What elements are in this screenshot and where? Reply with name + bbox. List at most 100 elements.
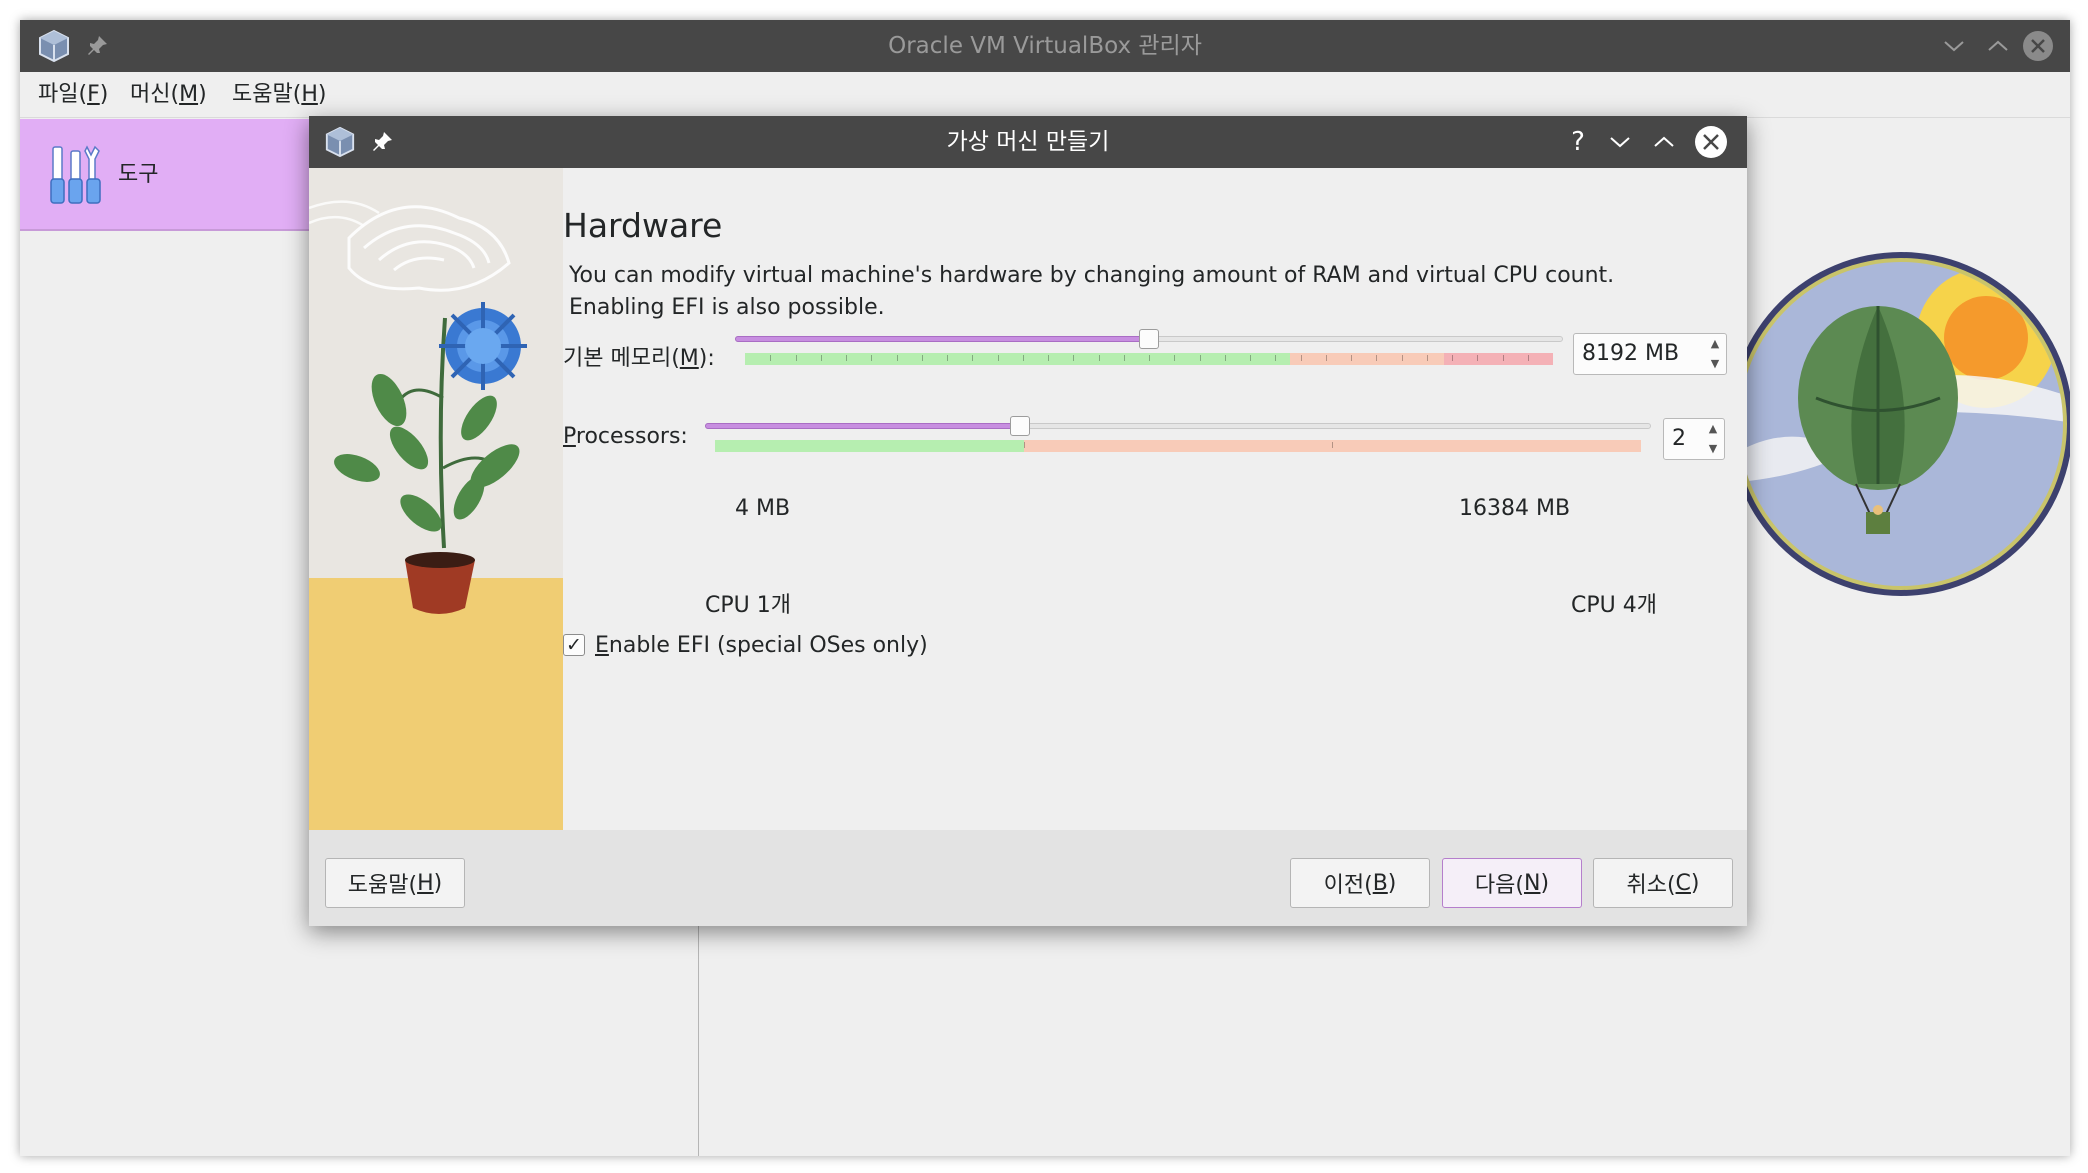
maximize-icon[interactable] [1984,32,2012,60]
next-button-close: ) [1540,870,1550,896]
spin-up-icon[interactable]: ▲ [1711,337,1719,351]
processors-label-text: rocessors: [575,424,688,449]
help-button-mnemonic: H [417,870,434,896]
next-button-mnemonic: N [1524,870,1541,896]
menu-machine-close: ) [198,82,207,107]
scale-tick [1024,442,1025,448]
scale-tick [1250,355,1251,361]
memory-scale-warning [1290,353,1444,365]
memory-spin-arrows[interactable]: ▲ ▼ [1706,337,1724,371]
memory-label: 기본 메모리(M): [563,340,715,372]
help-button-label: 도움말( [347,873,418,898]
efi-checkbox-label[interactable]: Enable EFI (special OSes only) [595,633,928,658]
scale-tick [1427,355,1428,361]
back-button[interactable]: 이전(B) [1290,858,1430,908]
efi-checkbox[interactable]: ✓ [563,634,585,656]
scale-tick [1332,442,1333,448]
processors-spinbox[interactable]: 2 ▲ ▼ [1663,418,1725,460]
cancel-button[interactable]: 취소(C) [1593,858,1733,908]
tools-item[interactable]: 도구 [20,119,320,231]
scale-tick [1200,355,1201,361]
tools-icon [48,145,104,205]
back-button-label: 이전( [1323,873,1373,898]
minimize-icon[interactable] [1940,32,1968,60]
processors-scale [715,440,1641,452]
memory-scale [745,353,1553,365]
main-window-title: Oracle VM VirtualBox 관리자 [888,33,1202,59]
scale-tick [871,355,872,361]
processors-slider-handle[interactable] [1010,416,1030,436]
menu-file[interactable]: 파일(F) [38,72,108,118]
scale-tick [1528,355,1529,361]
welcome-balloon-illustration [1728,248,2070,604]
check-mark-icon: ✓ [566,634,582,656]
scale-tick [1023,355,1024,361]
scale-tick [846,355,847,361]
cancel-button-close: ) [1690,870,1700,896]
menu-machine-label: 머신( [130,82,180,107]
scale-tick [1124,355,1125,361]
pane-divider[interactable] [698,925,699,1156]
processors-spin-arrows[interactable]: ▲ ▼ [1704,422,1722,456]
description-line-1: You can modify virtual machine's hardwar… [569,263,1615,288]
scale-tick [1326,355,1327,361]
menu-machine[interactable]: 머신(M) [130,72,207,118]
menu-help[interactable]: 도움말(H) [232,72,326,118]
processors-slider-fill [705,423,1020,429]
scale-tick [1225,355,1226,361]
memory-slider-fill [735,336,1149,342]
menu-file-label: 파일( [38,82,88,107]
scale-tick [1452,355,1453,361]
processors-label: Processors: [563,424,688,449]
scale-tick [1174,355,1175,361]
efi-label-mnemonic: E [595,632,609,658]
help-button-close: ) [433,870,443,896]
memory-spinbox[interactable]: 8192 MB ▲ ▼ [1573,333,1727,375]
processors-max-label: CPU 4개 [1571,593,1657,618]
menu-help-close: ) [317,82,327,107]
scale-tick [1503,355,1504,361]
memory-scale-danger [1443,353,1553,365]
scale-tick [1275,355,1276,361]
processors-min-label: CPU 1개 [705,593,791,618]
processors-slider[interactable] [705,423,1651,429]
memory-slider-handle[interactable] [1139,329,1159,349]
cancel-button-mnemonic: C [1675,870,1691,896]
scale-tick [1099,355,1100,361]
scale-tick [947,355,948,361]
menu-machine-mnemonic: M [179,82,199,107]
scale-tick [770,355,771,361]
spin-up-icon[interactable]: ▲ [1709,422,1717,436]
scale-tick [972,355,973,361]
spin-down-icon[interactable]: ▼ [1711,357,1719,371]
spin-down-icon[interactable]: ▼ [1709,442,1717,456]
help-icon[interactable]: ? [1563,126,1593,158]
dialog-titlebar: 가상 머신 만들기 ? [309,116,1747,168]
back-button-close: ) [1387,870,1397,896]
hardware-page: Hardware You can modify virtual machine'… [563,168,1747,830]
scale-tick [897,355,898,361]
menubar: 파일(F) 머신(M) 도움말(H) [20,72,2070,118]
scale-tick [1402,355,1403,361]
next-button[interactable]: 다음(N) [1442,858,1582,908]
close-icon[interactable] [1695,126,1727,158]
memory-min-label: 4 MB [735,496,791,521]
scale-tick [1073,355,1074,361]
dialog-title: 가상 머신 만들기 [946,129,1110,155]
scale-tick [922,355,923,361]
scale-tick [1149,355,1150,361]
efi-checkbox-row[interactable]: ✓ Enable EFI (special OSes only) [563,630,928,660]
back-button-mnemonic: B [1372,870,1388,896]
help-button[interactable]: 도움말(H) [325,858,465,908]
scale-tick [1351,355,1352,361]
wizard-plant-illustration [309,168,563,830]
scale-tick [998,355,999,361]
maximize-icon[interactable] [1650,128,1678,156]
processors-scale-safe [715,440,1025,452]
scale-tick [1376,355,1377,361]
minimize-icon[interactable] [1606,128,1634,156]
processors-label-mnemonic: P [563,424,576,449]
close-icon[interactable] [2020,28,2056,64]
memory-label-end: ): [698,346,715,371]
memory-value: 8192 MB [1582,341,1680,366]
